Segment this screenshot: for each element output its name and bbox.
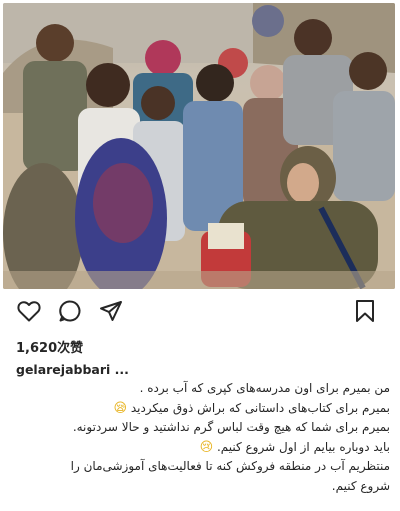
caption-text: شروع کنیم. xyxy=(331,478,390,493)
likes-count[interactable]: 1,620次赞 xyxy=(16,340,216,358)
post-photo[interactable] xyxy=(3,3,395,289)
caption-line: منتظریم آب در منطقه فروکش کنه تا فعالیت‌… xyxy=(10,457,390,477)
caption-line: بمیرم برای شما که هیچ وقت لباس گرم نداشت… xyxy=(10,418,390,438)
caption-text: بمیرم برای شما که هیچ وقت لباس گرم نداشت… xyxy=(72,420,390,435)
send-icon[interactable] xyxy=(96,296,126,326)
bookmark-icon[interactable] xyxy=(350,296,380,326)
caption-text: باید دوباره بیایم از اول شروع کنیم. xyxy=(216,439,390,454)
caption-text: من بمیرم برای اون مدرسه‌های کپری که آب ب… xyxy=(139,381,390,395)
crying-face-emoji: 😢 xyxy=(199,439,214,455)
username[interactable]: gelarejabbari ... xyxy=(16,361,316,379)
caption-text: بمیرم برای کتاب‌های داستانی که براش ذوق … xyxy=(130,400,390,415)
comment-icon[interactable] xyxy=(55,296,85,326)
caption-line: شروع کنیم. xyxy=(10,477,390,497)
action-bar xyxy=(0,296,400,330)
caption-text: منتظریم آب در منطقه فروکش کنه تا فعالیت‌… xyxy=(70,459,390,474)
caption-line: باید دوباره بیایم از اول شروع کنیم. 😢 xyxy=(10,438,390,458)
sleepy-face-emoji: 😪 xyxy=(113,400,127,416)
post-photo-illustration xyxy=(3,3,395,289)
caption: من بمیرم برای اون مدرسه‌های کپری که آب ب… xyxy=(10,379,390,504)
caption-line: بمیرم برای کتاب‌های داستانی که براش ذوق … xyxy=(10,399,390,419)
heart-icon[interactable] xyxy=(14,296,44,326)
instagram-post: 1,620次赞 gelarejabbari ... من بمیرم برای … xyxy=(0,0,400,511)
caption-line: من بمیرم برای اون مدرسه‌های کپری که آب ب… xyxy=(10,379,390,399)
